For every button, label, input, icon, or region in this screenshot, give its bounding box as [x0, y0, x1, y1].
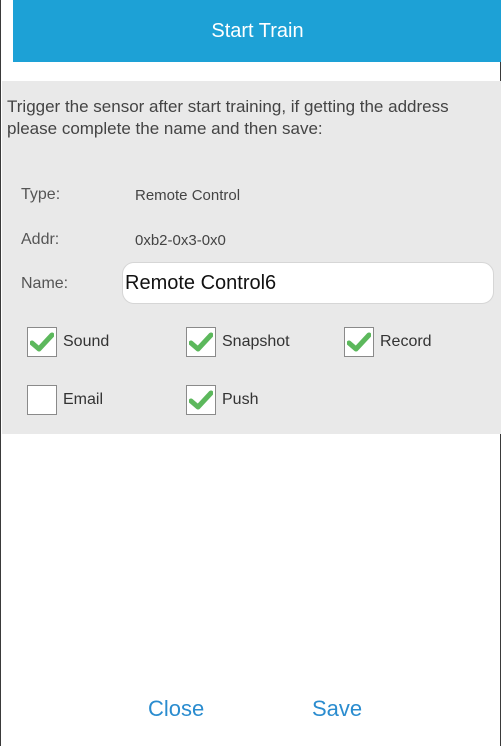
snapshot-checkbox[interactable] — [186, 327, 216, 357]
addr-value: 0xb2-0x3-0x0 — [135, 232, 226, 249]
email-option[interactable]: Email — [27, 385, 103, 415]
push-checkbox[interactable] — [186, 385, 216, 415]
checkmark-icon — [189, 332, 213, 352]
name-label: Name: — [21, 275, 69, 292]
email-checkbox[interactable] — [27, 385, 57, 415]
push-option[interactable]: Push — [186, 385, 258, 415]
addr-label: Addr: — [21, 231, 60, 248]
type-label: Type: — [21, 186, 61, 203]
start-train-button[interactable]: Start Train — [13, 0, 501, 62]
name-input[interactable] — [122, 262, 494, 304]
close-button[interactable]: Close — [148, 696, 204, 722]
record-checkbox[interactable] — [344, 327, 374, 357]
record-label: Record — [380, 333, 432, 350]
snapshot-option[interactable]: Snapshot — [186, 327, 290, 357]
snapshot-label: Snapshot — [222, 333, 290, 350]
checkmark-icon — [347, 332, 371, 352]
instructions-text: Trigger the sensor after start training,… — [7, 97, 449, 138]
sound-label: Sound — [63, 333, 110, 350]
sound-checkbox[interactable] — [27, 327, 57, 357]
save-button[interactable]: Save — [312, 696, 362, 722]
checkmark-icon — [189, 390, 213, 410]
training-panel: Trigger the sensor after start training,… — [2, 81, 501, 434]
sound-option[interactable]: Sound — [27, 327, 109, 357]
type-value: Remote Control — [135, 187, 241, 204]
dialog: Start Train Trigger the sensor after sta… — [0, 0, 501, 746]
start-train-label: Start Train — [211, 19, 304, 42]
record-option[interactable]: Record — [344, 327, 432, 357]
email-label: Email — [63, 391, 104, 408]
push-label: Push — [222, 391, 259, 408]
checkmark-icon — [30, 332, 54, 352]
